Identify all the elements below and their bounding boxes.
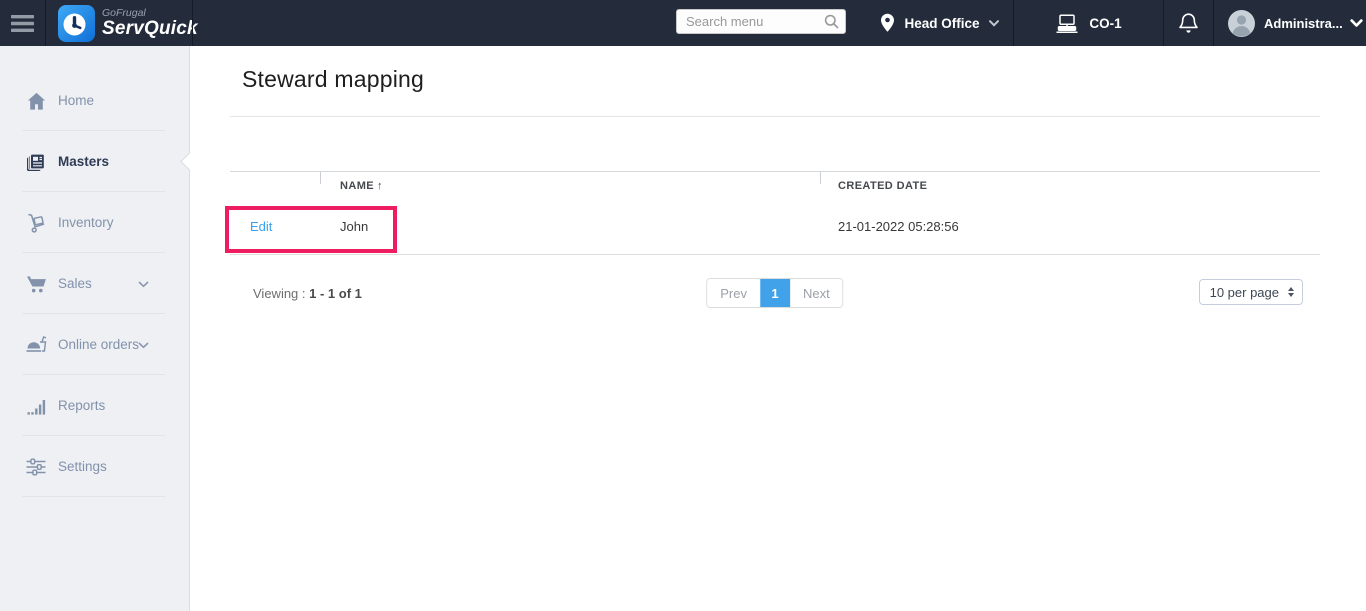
created-date-column-label: CREATED DATE xyxy=(838,179,928,192)
online-orders-food-icon xyxy=(25,334,47,356)
app-logo: GoFrugal ServQuick xyxy=(46,0,198,46)
bell-icon xyxy=(1179,12,1198,33)
edit-link[interactable]: Edit xyxy=(250,219,272,234)
name-column-label: NAME xyxy=(340,179,374,192)
sidebar-item-label: Sales xyxy=(58,276,92,291)
notifications-button[interactable] xyxy=(1164,0,1213,46)
sidebar-item-inventory[interactable]: Inventory xyxy=(0,192,189,253)
masters-icon xyxy=(25,151,47,173)
pager: Prev 1 Next xyxy=(706,278,844,308)
top-bar: GoFrugal ServQuick Head Office xyxy=(0,0,1366,46)
created-date-column-header[interactable]: CREATED DATE xyxy=(820,172,1320,199)
actions-column-header xyxy=(230,172,320,199)
location-selector[interactable]: Head Office xyxy=(866,0,1013,46)
per-page-select[interactable]: 10 per page xyxy=(1198,279,1303,305)
location-pin-icon xyxy=(881,13,895,32)
search-input[interactable] xyxy=(676,9,846,34)
chevron-down-icon xyxy=(138,280,149,287)
sidebar-item-label: Masters xyxy=(58,154,110,169)
avatar xyxy=(1228,9,1255,37)
sidebar-item-sales[interactable]: Sales xyxy=(0,253,189,314)
hamburger-menu-button[interactable] xyxy=(0,0,45,46)
search-icon xyxy=(824,14,839,29)
prev-page-button[interactable]: Prev xyxy=(707,279,760,307)
sidebar-item-online-orders[interactable]: Online orders xyxy=(0,314,189,375)
divider xyxy=(230,116,1320,117)
per-page-value: 10 per page xyxy=(1209,284,1279,300)
sidebar-item-label: Reports xyxy=(58,398,106,413)
sidebar-item-label: Online orders xyxy=(58,337,140,352)
table-header-row: NAME ↑ CREATED DATE xyxy=(230,172,1320,199)
brand-name-label: ServQuick xyxy=(102,18,198,40)
sidebar-item-home[interactable]: Home xyxy=(0,70,189,131)
table-row: Edit John 21-01-2022 05:28:56 xyxy=(230,199,1320,255)
viewing-summary: Viewing : 1 - 1 of 1 xyxy=(253,286,362,301)
sidebar-item-label: Settings xyxy=(58,459,107,474)
sidebar-item-masters[interactable]: Masters xyxy=(0,131,199,192)
chevron-down-icon xyxy=(138,341,149,348)
steward-table: NAME ↑ CREATED DATE Edit John 21-01-2022… xyxy=(225,171,1320,255)
location-label: Head Office xyxy=(904,15,980,31)
next-page-button[interactable]: Next xyxy=(790,279,843,307)
sidebar-item-reports[interactable]: Reports xyxy=(0,375,189,436)
row-created-date-cell: 21-01-2022 05:28:56 xyxy=(838,219,959,234)
column-separator xyxy=(320,172,321,184)
inventory-handtruck-icon xyxy=(25,212,47,234)
column-separator xyxy=(820,172,821,184)
row-name-cell: John xyxy=(340,219,369,234)
menu-search xyxy=(676,9,846,34)
chevron-down-icon xyxy=(1350,18,1363,27)
sales-cart-icon xyxy=(25,273,47,295)
chevron-down-icon xyxy=(988,19,999,27)
brand-top-label: GoFrugal xyxy=(102,6,146,19)
select-spinner-icon xyxy=(1288,287,1294,297)
pagination-bar: Viewing : 1 - 1 of 1 Prev 1 Next 10 per … xyxy=(230,278,1320,308)
viewing-label: Viewing : xyxy=(253,285,306,301)
row-action-cell: Edit xyxy=(230,219,320,234)
current-page-button[interactable]: 1 xyxy=(760,279,790,307)
servquick-logo-icon xyxy=(58,4,95,42)
sidebar-item-label: Inventory xyxy=(58,215,114,230)
user-menu[interactable]: Administra... xyxy=(1214,0,1366,46)
sidebar-item-label: Home xyxy=(58,93,95,108)
hamburger-icon xyxy=(11,14,34,32)
name-column-header[interactable]: NAME ↑ xyxy=(320,172,820,199)
sidebar-item-settings[interactable]: Settings xyxy=(0,436,189,497)
reports-chart-icon xyxy=(25,395,47,417)
settings-sliders-icon xyxy=(25,456,47,478)
user-name-label: Administra... xyxy=(1264,15,1343,31)
page-title: Steward mapping xyxy=(242,66,424,92)
terminal-label: CO-1 xyxy=(1089,15,1122,31)
sort-ascending-icon: ↑ xyxy=(377,179,383,192)
pos-terminal-icon xyxy=(1056,13,1078,33)
main-content: Steward mapping NAME ↑ CREATED DATE Edit xyxy=(191,46,1366,611)
terminal-selector[interactable]: CO-1 xyxy=(1014,0,1163,46)
header-divider xyxy=(192,0,193,46)
home-icon xyxy=(25,90,47,112)
sidebar-nav: Home Masters Inventory Sales Online orde… xyxy=(0,46,199,611)
viewing-value: 1 - 1 of 1 xyxy=(309,285,362,301)
